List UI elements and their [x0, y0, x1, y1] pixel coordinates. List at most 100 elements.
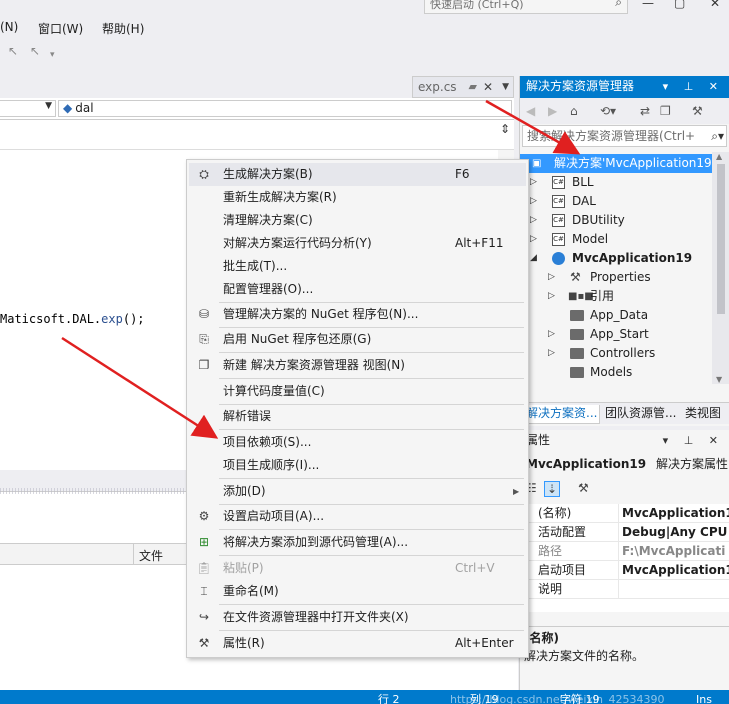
menu-add-to-source-control[interactable]: ⊞ 将解决方案添加到源代码管理(A)... — [189, 531, 526, 554]
menu-set-startup-projects[interactable]: ⚙ 设置启动项目(A)... — [189, 505, 526, 528]
menu-clean-solution[interactable]: 清理解决方案(C) — [189, 209, 526, 232]
close-window-icon[interactable]: ✕ — [710, 0, 720, 10]
property-row[interactable]: 说明 — [520, 580, 729, 599]
menu-run-code-analysis[interactable]: 对解决方案运行代码分析(Y) Alt+F11 — [189, 232, 526, 255]
property-value[interactable]: MvcApplication1 — [622, 561, 729, 579]
menu-calculate-code-metrics[interactable]: 计算代码度量值(C) — [189, 380, 526, 403]
tree-item-solution[interactable]: ▣ 解决方案'MvcApplication19 — [520, 154, 712, 173]
solution-explorer: 解决方案资源管理器 ▾ ⊥ ✕ ◀ ▶ ⌂ ⟲▾ ⇄ ❐ ⚒ 搜索解决方案资源管… — [519, 76, 729, 426]
menu-item-n[interactable]: (N) — [0, 20, 18, 34]
expand-arrow-icon[interactable]: ▷ — [530, 211, 537, 230]
tree-item-bll[interactable]: ▷ C# BLL — [520, 173, 712, 192]
tab-class-view[interactable]: 类视图 — [682, 405, 724, 424]
tab-team-explorer[interactable]: 团队资源管... — [602, 405, 680, 424]
back-icon[interactable]: ◀ — [526, 104, 535, 118]
property-row[interactable]: (名称) MvcApplication1 — [520, 504, 729, 523]
properties-object-selector[interactable]: MvcApplication19 解决方案属性 — [526, 455, 728, 472]
expand-arrow-icon[interactable]: ▷ — [530, 173, 537, 192]
menu-paste[interactable]: 📋︎ 粘贴(P) Ctrl+V — [189, 557, 526, 580]
tree-item-models[interactable]: Models — [520, 363, 712, 382]
member-dropdown[interactable]: ◆ dal — [58, 100, 512, 117]
expand-arrow-icon[interactable]: ▷ — [548, 325, 555, 344]
menu-open-folder-in-explorer[interactable]: ↪ 在文件资源管理器中打开文件夹(X) — [189, 606, 526, 629]
tab-solution-explorer[interactable]: 解决方案资... — [522, 405, 600, 424]
expand-arrow-icon[interactable]: ▷ — [530, 230, 537, 249]
split-editor-icon[interactable]: ⇕ — [500, 122, 510, 136]
menu-label: 启用 NuGet 程序包还原(G) — [223, 332, 372, 346]
column-header-file[interactable]: 文件 — [139, 547, 163, 564]
restore-icon[interactable]: ▢ — [674, 0, 685, 10]
tree-item-app-data[interactable]: App_Data — [520, 306, 712, 325]
menu-configuration-manager[interactable]: 配置管理器(O)... — [189, 278, 526, 301]
tree-item-controllers[interactable]: ▷ Controllers — [520, 344, 712, 363]
search-icon[interactable]: ⌕▾ — [709, 126, 724, 146]
search-icon[interactable]: ⌕ — [615, 0, 622, 8]
menu-item-window[interactable]: 窗口(W) — [38, 20, 83, 37]
menu-project-build-order[interactable]: 项目生成顺序(I)... — [189, 454, 526, 477]
minimize-icon[interactable]: — — [642, 0, 654, 10]
solution-tree-scrollbar[interactable]: ▲ ▼ — [712, 152, 729, 384]
alphabetical-icon[interactable]: ⇣ — [544, 481, 561, 497]
property-key: 说明 — [538, 582, 563, 596]
menu-properties[interactable]: ⚒ 属性(R) Alt+Enter — [189, 632, 526, 655]
wrench-icon[interactable]: ⚒ — [692, 104, 703, 118]
panel-window-buttons[interactable]: ▾ ⊥ ✕ — [663, 430, 724, 451]
sync-icon[interactable]: ⇄ — [640, 104, 650, 118]
expand-arrow-icon[interactable]: ▷ — [548, 268, 555, 287]
expand-arrow-icon[interactable]: ▷ — [530, 192, 537, 211]
tree-item-label: DBUtility — [572, 213, 625, 227]
solution-search-input[interactable]: 搜索解决方案资源管理器(Ctrl+ ⌕▾ — [522, 125, 727, 147]
history-icon[interactable]: ⟲▾ — [600, 104, 616, 118]
panel-window-buttons[interactable]: ▾ ⊥ ✕ — [663, 76, 724, 97]
menu-batch-build[interactable]: 批生成(T)... — [189, 255, 526, 278]
toolbar-step-back-icon[interactable]: ↖ — [30, 44, 40, 58]
tree-item-references[interactable]: ▷ ■▪■ 引用 — [520, 287, 712, 306]
menu-item-help[interactable]: 帮助(H) — [102, 20, 144, 37]
code-prefix: Maticsoft.DAL. — [0, 312, 102, 326]
tab-exp-cs[interactable]: exp.cs ▰ ✕ ▼ — [412, 76, 514, 98]
tree-item-model[interactable]: ▷ C# Model — [520, 230, 712, 249]
tree-item-mvcapplication19[interactable]: ◢ MvcApplication19 — [520, 249, 712, 268]
type-dropdown[interactable]: ▼ — [0, 100, 56, 117]
property-description: (名称) 解决方案文件的名称。 — [520, 626, 729, 690]
code-suffix: (); — [122, 312, 145, 326]
menu-separator — [219, 604, 524, 605]
toolbar-overflow-icon[interactable]: ▾ — [50, 50, 55, 60]
expand-arrow-icon[interactable]: ▷ — [548, 344, 555, 363]
menu-build-solution[interactable]: ⛭ 生成解决方案(B) F6 — [189, 163, 526, 186]
toolbar-step-icon[interactable]: ↖ — [8, 44, 18, 58]
scroll-down-icon[interactable]: ▼ — [716, 375, 722, 384]
menu-rename[interactable]: ⌶ 重命名(M) — [189, 580, 526, 603]
tree-item-dbutility[interactable]: ▷ C# DBUtility — [520, 211, 712, 230]
menu-project-dependencies[interactable]: 项目依赖项(S)... — [189, 431, 526, 454]
property-row[interactable]: 路径 F:\MvcApplicati — [520, 542, 729, 561]
column-divider[interactable] — [133, 544, 134, 565]
scroll-up-icon[interactable]: ▲ — [716, 152, 722, 161]
expand-arrow-icon[interactable]: ▷ — [548, 287, 555, 306]
tree-item-properties[interactable]: ▷ ⚒ Properties — [520, 268, 712, 287]
tree-item-app-start[interactable]: ▷ App_Start — [520, 325, 712, 344]
property-value[interactable]: Debug|Any CPU — [622, 523, 727, 541]
wrench-icon[interactable]: ⚒ — [578, 481, 589, 495]
tree-item-dal[interactable]: ▷ C# DAL — [520, 192, 712, 211]
tab-dropdown-icon[interactable]: ▼ — [502, 77, 509, 97]
collapse-all-icon[interactable]: ❐ — [660, 104, 671, 118]
menu-resolve-errors[interactable]: 解析错误 — [189, 405, 526, 428]
close-tab-icon[interactable]: ✕ — [483, 77, 493, 97]
quick-launch-input[interactable]: 快速启动 (Ctrl+Q) ⌕ — [424, 0, 628, 14]
menu-enable-nuget-restore[interactable]: ⎘ 启用 NuGet 程序包还原(G) — [189, 328, 526, 351]
menu-new-explorer-view[interactable]: ❐ 新建 解决方案资源管理器 视图(N) — [189, 354, 526, 377]
forward-icon[interactable]: ▶ — [548, 104, 557, 118]
pin-icon[interactable]: ▰ — [469, 77, 477, 97]
menu-manage-nuget[interactable]: ⛁ 管理解决方案的 NuGet 程序包(N)... — [189, 303, 526, 326]
home-icon[interactable]: ⌂ — [570, 104, 578, 118]
description-text: 解决方案文件的名称。 — [524, 649, 645, 663]
property-row[interactable]: 启动项目 MvcApplication1 — [520, 561, 729, 580]
property-value[interactable]: MvcApplication1 — [622, 504, 729, 522]
collapse-arrow-icon[interactable]: ◢ — [530, 249, 537, 268]
menu-rebuild-solution[interactable]: 重新生成解决方案(R) — [189, 186, 526, 209]
field-icon: ◆ — [63, 101, 73, 115]
scroll-thumb[interactable] — [717, 164, 725, 314]
menu-add[interactable]: 添加(D) ▶ — [189, 480, 526, 503]
property-row[interactable]: 活动配置 Debug|Any CPU — [520, 523, 729, 542]
